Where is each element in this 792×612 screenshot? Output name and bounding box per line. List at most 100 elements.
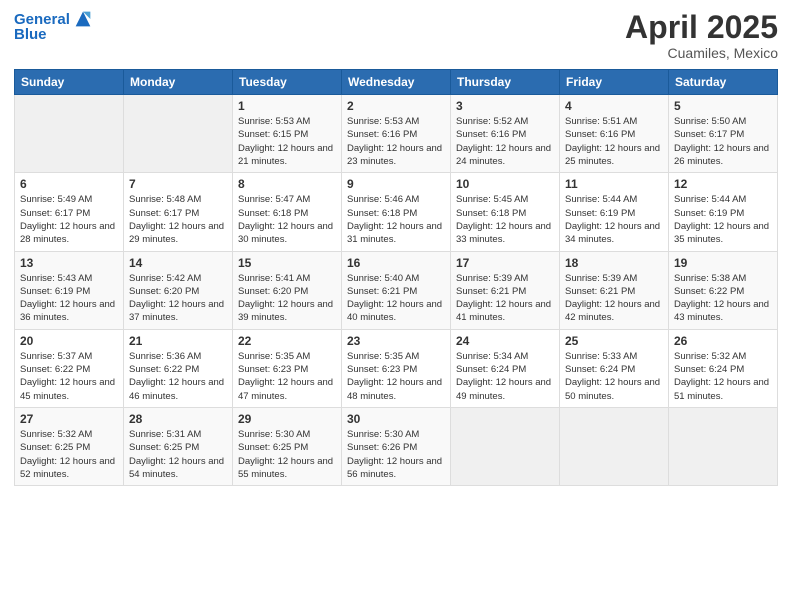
- day-number: 21: [129, 334, 227, 348]
- day-number: 17: [456, 256, 554, 270]
- day-info: Sunrise: 5:35 AM Sunset: 6:23 PM Dayligh…: [347, 350, 445, 403]
- day-cell: [560, 407, 669, 485]
- day-cell: 9 Sunrise: 5:46 AM Sunset: 6:18 PM Daylig…: [342, 173, 451, 251]
- day-info: Sunrise: 5:30 AM Sunset: 6:25 PM Dayligh…: [238, 428, 336, 481]
- day-info: Sunrise: 5:50 AM Sunset: 6:17 PM Dayligh…: [674, 115, 772, 168]
- day-number: 13: [20, 256, 118, 270]
- day-cell: 28Sunrise: 5:31 AM Sunset: 6:25 PM Dayli…: [124, 407, 233, 485]
- header-sunday: Sunday: [15, 70, 124, 95]
- day-number: 6: [20, 177, 118, 191]
- day-info: Sunrise: 5:51 AM Sunset: 6:16 PM Dayligh…: [565, 115, 663, 168]
- day-number: 14: [129, 256, 227, 270]
- day-number: 18: [565, 256, 663, 270]
- day-info: Sunrise: 5:46 AM Sunset: 6:18 PM Dayligh…: [347, 193, 445, 246]
- day-cell: 5 Sunrise: 5:50 AM Sunset: 6:17 PM Daylig…: [669, 95, 778, 173]
- day-info: Sunrise: 5:34 AM Sunset: 6:24 PM Dayligh…: [456, 350, 554, 403]
- week-row-4: 20 Sunrise: 5:37 AM Sunset: 6:22 PM Dayli…: [15, 329, 778, 407]
- week-row-1: 1 Sunrise: 5:53 AM Sunset: 6:15 PM Daylig…: [15, 95, 778, 173]
- day-number: 1: [238, 99, 336, 113]
- day-cell: [15, 95, 124, 173]
- day-number: 3: [456, 99, 554, 113]
- day-cell: 8 Sunrise: 5:47 AM Sunset: 6:18 PM Daylig…: [233, 173, 342, 251]
- calendar-title: April 2025: [625, 10, 778, 45]
- header-tuesday: Tuesday: [233, 70, 342, 95]
- day-number: 27: [20, 412, 118, 426]
- day-number: 28: [129, 412, 227, 426]
- header-friday: Friday: [560, 70, 669, 95]
- day-number: 25: [565, 334, 663, 348]
- day-cell: 27 Sunrise: 5:32 AM Sunset: 6:25 PM Dayli…: [15, 407, 124, 485]
- weekday-header-row: Sunday Monday Tuesday Wednesday Thursday…: [15, 70, 778, 95]
- page: General Blue April 2025 Cuamiles, Mexico…: [0, 0, 792, 612]
- day-number: 10: [456, 177, 554, 191]
- day-number: 15: [238, 256, 336, 270]
- day-info: Sunrise: 5:49 AM Sunset: 6:17 PM Dayligh…: [20, 193, 118, 246]
- day-info: Sunrise: 5:37 AM Sunset: 6:22 PM Dayligh…: [20, 350, 118, 403]
- day-number: 11: [565, 177, 663, 191]
- day-info: Sunrise: 5:39 AM Sunset: 6:21 PM Dayligh…: [456, 272, 554, 325]
- day-number: 30: [347, 412, 445, 426]
- day-cell: 24 Sunrise: 5:34 AM Sunset: 6:24 PM Dayli…: [451, 329, 560, 407]
- day-cell: 25Sunrise: 5:33 AM Sunset: 6:24 PM Dayli…: [560, 329, 669, 407]
- day-info: Sunrise: 5:42 AM Sunset: 6:20 PM Dayligh…: [129, 272, 227, 325]
- day-info: Sunrise: 5:44 AM Sunset: 6:19 PM Dayligh…: [565, 193, 663, 246]
- day-info: Sunrise: 5:30 AM Sunset: 6:26 PM Dayligh…: [347, 428, 445, 481]
- day-number: 12: [674, 177, 772, 191]
- week-row-2: 6 Sunrise: 5:49 AM Sunset: 6:17 PM Daylig…: [15, 173, 778, 251]
- day-cell: 15 Sunrise: 5:41 AM Sunset: 6:20 PM Dayli…: [233, 251, 342, 329]
- day-number: 22: [238, 334, 336, 348]
- header-saturday: Saturday: [669, 70, 778, 95]
- day-info: Sunrise: 5:41 AM Sunset: 6:20 PM Dayligh…: [238, 272, 336, 325]
- day-number: 5: [674, 99, 772, 113]
- day-cell: 12 Sunrise: 5:44 AM Sunset: 6:19 PM Dayli…: [669, 173, 778, 251]
- title-block: April 2025 Cuamiles, Mexico: [625, 10, 778, 61]
- day-number: 19: [674, 256, 772, 270]
- day-info: Sunrise: 5:38 AM Sunset: 6:22 PM Dayligh…: [674, 272, 772, 325]
- day-info: Sunrise: 5:47 AM Sunset: 6:18 PM Dayligh…: [238, 193, 336, 246]
- day-cell: 21 Sunrise: 5:36 AM Sunset: 6:22 PM Dayli…: [124, 329, 233, 407]
- day-cell: 6 Sunrise: 5:49 AM Sunset: 6:17 PM Daylig…: [15, 173, 124, 251]
- day-number: 8: [238, 177, 336, 191]
- week-row-3: 13 Sunrise: 5:43 AM Sunset: 6:19 PM Dayli…: [15, 251, 778, 329]
- day-cell: 2Sunrise: 5:53 AM Sunset: 6:16 PM Daylig…: [342, 95, 451, 173]
- day-cell: 20 Sunrise: 5:37 AM Sunset: 6:22 PM Dayli…: [15, 329, 124, 407]
- day-cell: [124, 95, 233, 173]
- day-cell: 19 Sunrise: 5:38 AM Sunset: 6:22 PM Dayli…: [669, 251, 778, 329]
- day-cell: 30 Sunrise: 5:30 AM Sunset: 6:26 PM Dayli…: [342, 407, 451, 485]
- day-info: Sunrise: 5:48 AM Sunset: 6:17 PM Dayligh…: [129, 193, 227, 246]
- calendar-subtitle: Cuamiles, Mexico: [625, 45, 778, 61]
- day-info: Sunrise: 5:39 AM Sunset: 6:21 PM Dayligh…: [565, 272, 663, 325]
- day-info: Sunrise: 5:43 AM Sunset: 6:19 PM Dayligh…: [20, 272, 118, 325]
- day-info: Sunrise: 5:53 AM Sunset: 6:15 PM Dayligh…: [238, 115, 336, 168]
- day-info: Sunrise: 5:40 AM Sunset: 6:21 PM Dayligh…: [347, 272, 445, 325]
- day-info: Sunrise: 5:32 AM Sunset: 6:25 PM Dayligh…: [20, 428, 118, 481]
- day-number: 4: [565, 99, 663, 113]
- header-monday: Monday: [124, 70, 233, 95]
- day-number: 9: [347, 177, 445, 191]
- day-cell: 1 Sunrise: 5:53 AM Sunset: 6:15 PM Daylig…: [233, 95, 342, 173]
- logo-icon: [72, 8, 94, 30]
- day-cell: 11 Sunrise: 5:44 AM Sunset: 6:19 PM Dayli…: [560, 173, 669, 251]
- day-info: Sunrise: 5:52 AM Sunset: 6:16 PM Dayligh…: [456, 115, 554, 168]
- day-info: Sunrise: 5:35 AM Sunset: 6:23 PM Dayligh…: [238, 350, 336, 403]
- day-cell: 16 Sunrise: 5:40 AM Sunset: 6:21 PM Dayli…: [342, 251, 451, 329]
- day-number: 24: [456, 334, 554, 348]
- day-number: 7: [129, 177, 227, 191]
- day-cell: 26Sunrise: 5:32 AM Sunset: 6:24 PM Dayli…: [669, 329, 778, 407]
- day-info: Sunrise: 5:36 AM Sunset: 6:22 PM Dayligh…: [129, 350, 227, 403]
- day-info: Sunrise: 5:53 AM Sunset: 6:16 PM Dayligh…: [347, 115, 445, 168]
- day-cell: 13 Sunrise: 5:43 AM Sunset: 6:19 PM Dayli…: [15, 251, 124, 329]
- day-number: 20: [20, 334, 118, 348]
- day-info: Sunrise: 5:32 AM Sunset: 6:24 PM Dayligh…: [674, 350, 772, 403]
- day-info: Sunrise: 5:44 AM Sunset: 6:19 PM Dayligh…: [674, 193, 772, 246]
- day-number: 16: [347, 256, 445, 270]
- day-number: 23: [347, 334, 445, 348]
- day-cell: 23 Sunrise: 5:35 AM Sunset: 6:23 PM Dayli…: [342, 329, 451, 407]
- calendar-table: Sunday Monday Tuesday Wednesday Thursday…: [14, 69, 778, 486]
- header: General Blue April 2025 Cuamiles, Mexico: [14, 10, 778, 61]
- day-cell: 29Sunrise: 5:30 AM Sunset: 6:25 PM Dayli…: [233, 407, 342, 485]
- day-cell: 17 Sunrise: 5:39 AM Sunset: 6:21 PM Dayli…: [451, 251, 560, 329]
- day-cell: 14 Sunrise: 5:42 AM Sunset: 6:20 PM Dayli…: [124, 251, 233, 329]
- day-cell: 7 Sunrise: 5:48 AM Sunset: 6:17 PM Daylig…: [124, 173, 233, 251]
- day-cell: 22 Sunrise: 5:35 AM Sunset: 6:23 PM Dayli…: [233, 329, 342, 407]
